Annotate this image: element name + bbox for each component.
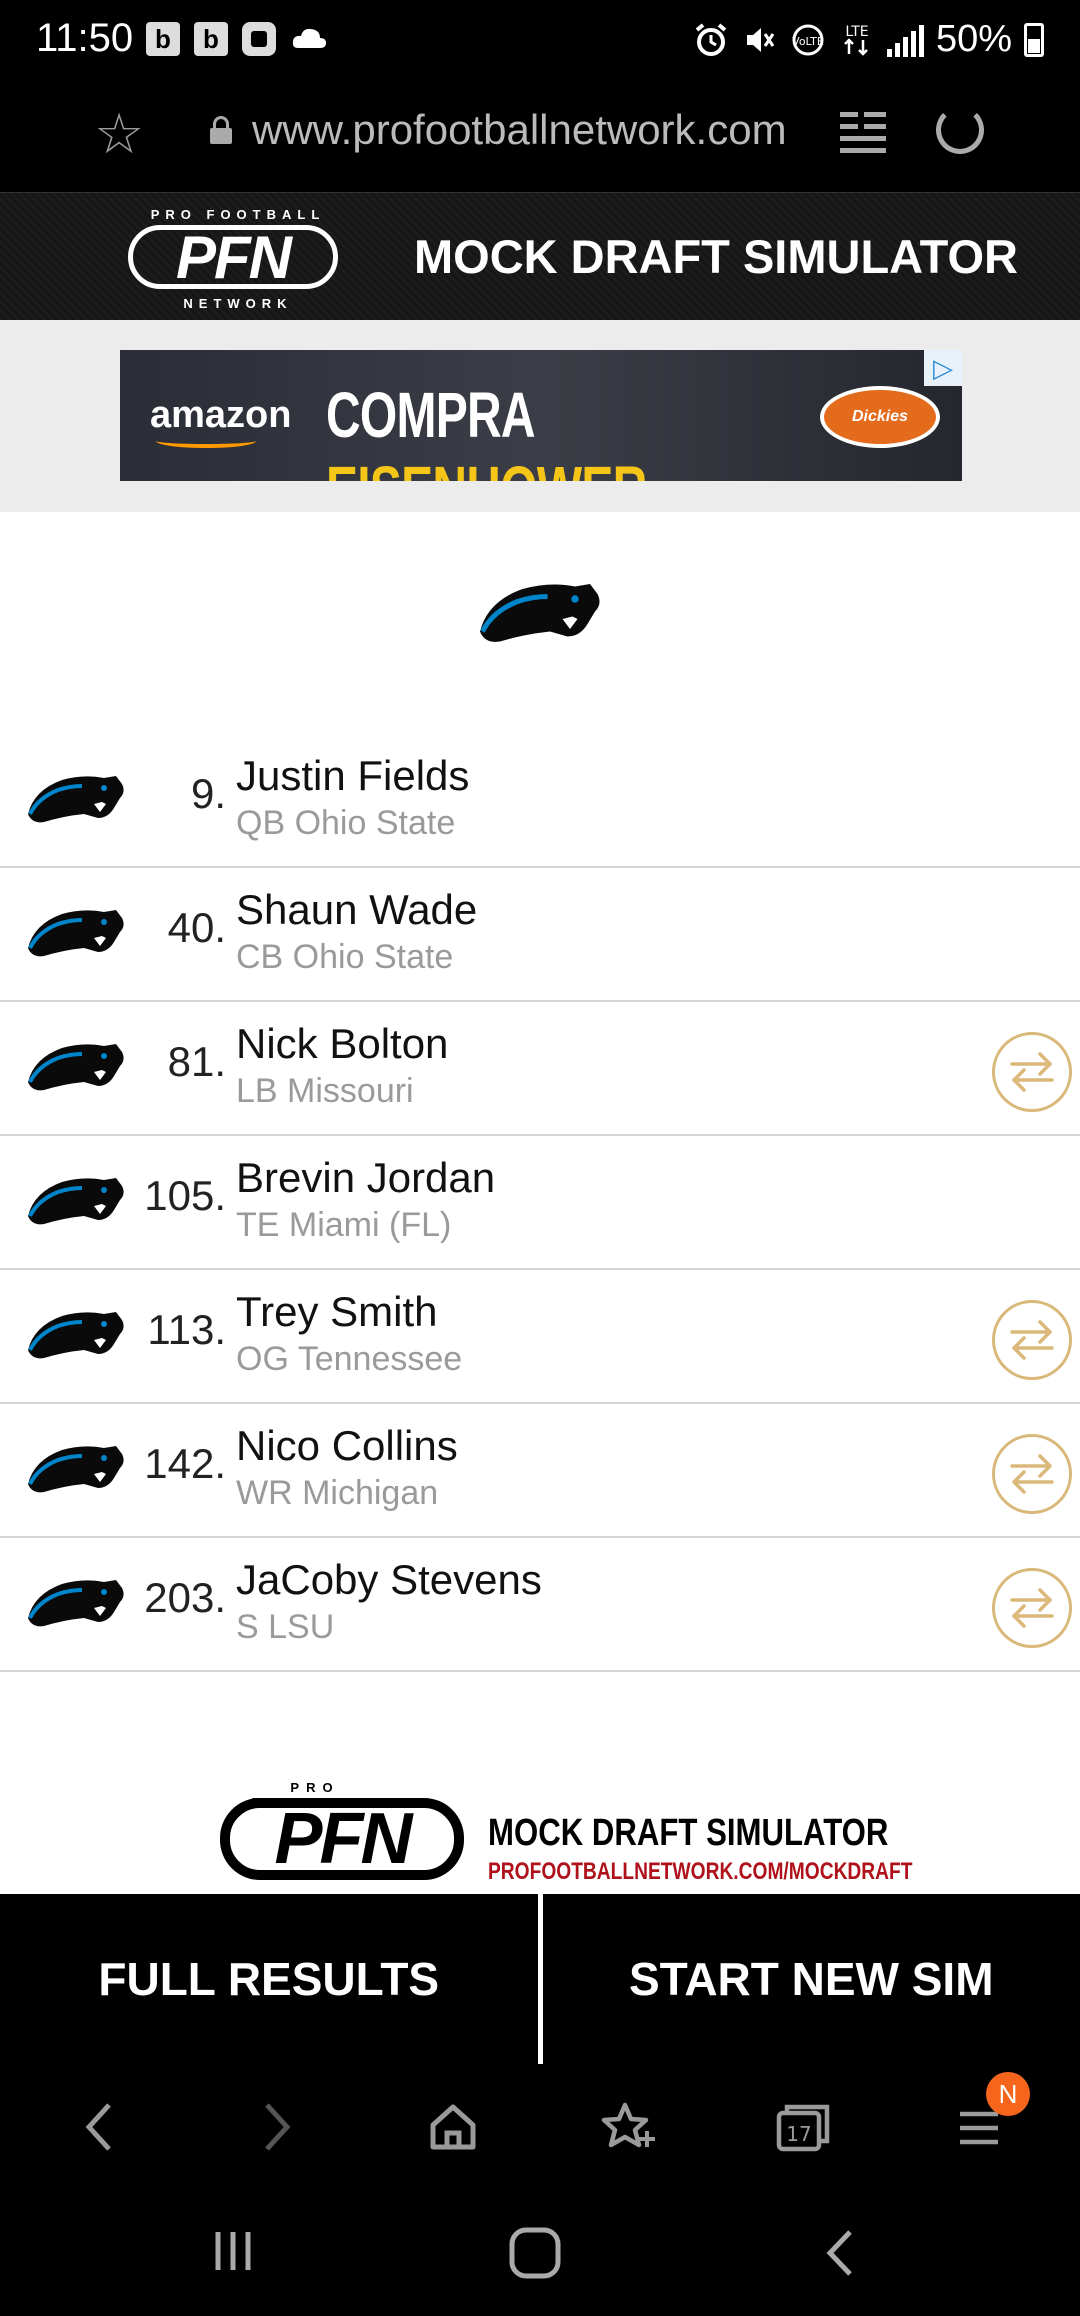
pick-number: 9.	[190, 770, 226, 817]
lock-icon	[210, 116, 232, 144]
lte-icon: LTE	[844, 24, 869, 56]
player-position-school: LB Missouri	[236, 1072, 414, 1110]
menu-icon[interactable]: N	[944, 2072, 1030, 2162]
bookmarks-icon[interactable]	[594, 2092, 664, 2162]
action-bar: FULL RESULTS START NEW SIM	[0, 1894, 1080, 2064]
bookmark-star-icon[interactable]: ☆	[94, 106, 144, 162]
ad-brand: amazon	[150, 394, 291, 448]
player-position-school: TE Miami (FL)	[236, 1206, 452, 1244]
footer-logo-main: PFN	[220, 1798, 464, 1880]
pick-row[interactable]: 81. Nick Bolton LB Missouri	[0, 1002, 1080, 1136]
full-results-button[interactable]: FULL RESULTS	[0, 1894, 538, 2064]
ad-partner-logo: Dickies	[820, 386, 940, 448]
status-bar: 11:50 b b VoLTE LTE 50%	[0, 0, 1080, 82]
player-name: Nico Collins	[236, 1422, 458, 1469]
player-name: Shaun Wade	[236, 886, 478, 933]
trade-swap-icon[interactable]	[992, 1300, 1072, 1380]
panthers-logo	[24, 1438, 128, 1502]
logo-top-text: PRO FOOTBALL	[150, 207, 326, 222]
bleacher-report-icon: b	[194, 22, 228, 56]
refresh-icon[interactable]	[936, 106, 984, 154]
notification-icons: b b	[146, 22, 328, 56]
panthers-logo	[480, 584, 600, 642]
recents-icon[interactable]	[210, 2228, 256, 2274]
signal-icon	[886, 23, 924, 57]
adchoices-icon[interactable]: ▷	[924, 350, 962, 386]
panthers-logo	[24, 902, 128, 966]
footer-logo-url: PROFOOTBALLNETWORK.COM/MOCKDRAFT	[488, 1858, 913, 1885]
pick-row[interactable]: 105. Brevin Jordan TE Miami (FL)	[0, 1136, 1080, 1270]
player-name: Justin Fields	[236, 752, 470, 799]
pick-number: 81.	[167, 1038, 226, 1085]
pick-number: 203.	[144, 1574, 226, 1621]
status-right: VoLTE LTE 50%	[693, 18, 1044, 61]
bleacher-report-icon: b	[146, 22, 180, 56]
panthers-logo	[24, 768, 128, 832]
player-name: Brevin Jordan	[236, 1154, 496, 1201]
pick-number: 113.	[147, 1306, 226, 1353]
pick-number: 105.	[144, 1172, 226, 1219]
browser-toolbar: 17 N	[0, 2064, 1080, 2194]
player-position-school: QB Ohio State	[236, 804, 456, 842]
player-position-school: S LSU	[236, 1608, 335, 1646]
battery-icon	[1024, 22, 1044, 57]
pick-row[interactable]: 203. JaCoby Stevens S LSU	[0, 1538, 1080, 1672]
pick-row[interactable]: 40. Shaun Wade CB Ohio State	[0, 868, 1080, 1002]
panthers-logo	[24, 1170, 128, 1234]
url-text[interactable]: www.profootballnetwork.com	[252, 106, 787, 154]
trade-swap-icon[interactable]	[992, 1434, 1072, 1514]
volte-icon: VoLTE	[792, 24, 824, 55]
player-position-school: CB Ohio State	[236, 938, 454, 976]
panthers-logo	[24, 1572, 128, 1636]
ad-headline: COMPRA EISENHOWER ›	[326, 379, 675, 481]
panthers-logo	[24, 1304, 128, 1368]
pick-row[interactable]: 9. Justin Fields QB Ohio State	[0, 734, 1080, 868]
logo-bottom-text: NETWORK	[183, 296, 293, 311]
status-time: 11:50	[36, 16, 134, 60]
home-button-icon[interactable]	[508, 2226, 562, 2280]
trade-swap-icon[interactable]	[992, 1032, 1072, 1112]
battery-percent: 50%	[935, 18, 1012, 60]
menu-badge: N	[986, 2072, 1030, 2116]
pick-list: 9. Justin Fields QB Ohio State 40. Shaun Wad…	[0, 734, 1080, 1672]
back-icon[interactable]	[64, 2092, 134, 2162]
url-bar[interactable]: ☆ www.profootballnetwork.com	[0, 82, 1080, 192]
player-position-school: WR Michigan	[236, 1474, 439, 1512]
site-header: PRO FOOTBALL PFN NETWORK MOCK DRAFT SIMU…	[0, 192, 1080, 320]
cloud-icon	[290, 22, 328, 56]
pick-row[interactable]: 142. Nico Collins WR Michigan	[0, 1404, 1080, 1538]
start-new-sim-button[interactable]: START NEW SIM	[543, 1894, 1080, 2064]
panthers-logo	[24, 1036, 128, 1100]
mute-icon	[746, 27, 775, 52]
footer-logo: PRO FOOTBALL PFN MOCK DRAFT SIMULATOR PR…	[218, 1780, 912, 1894]
logo-main-text: PFN	[128, 224, 338, 291]
trade-swap-icon[interactable]	[992, 1568, 1072, 1648]
app-notification-icon	[242, 22, 276, 56]
system-nav-bar	[0, 2194, 1080, 2316]
player-name: Trey Smith	[236, 1288, 438, 1335]
svg-text:VoLTE: VoLTE	[792, 35, 824, 48]
ad-area: amazon COMPRA EISENHOWER › Dickies ▷	[0, 320, 1080, 512]
reader-mode-icon[interactable]	[840, 110, 886, 154]
tabs-icon[interactable]: 17	[768, 2092, 838, 2162]
system-back-icon[interactable]	[820, 2226, 860, 2280]
svg-text:LTE: LTE	[845, 24, 868, 40]
pfn-logo[interactable]: PRO FOOTBALL PFN NETWORK	[124, 207, 344, 311]
footer-logo-title: MOCK DRAFT SIMULATOR	[488, 1812, 889, 1854]
pick-row[interactable]: 113. Trey Smith OG Tennessee	[0, 1270, 1080, 1404]
pick-number: 142.	[144, 1440, 226, 1487]
pick-number: 40.	[167, 904, 226, 951]
draft-results: 9. Justin Fields QB Ohio State 40. Shaun Wad…	[0, 512, 1080, 1894]
tabs-count: 17	[786, 2122, 811, 2146]
page-title: MOCK DRAFT SIMULATOR	[414, 230, 1018, 283]
forward-icon[interactable]	[242, 2092, 312, 2162]
home-icon[interactable]	[418, 2092, 488, 2162]
alarm-icon	[695, 22, 727, 56]
ad-banner[interactable]: amazon COMPRA EISENHOWER › Dickies ▷	[120, 350, 962, 481]
player-position-school: OG Tennessee	[236, 1340, 463, 1378]
player-name: Nick Bolton	[236, 1020, 449, 1067]
player-name: JaCoby Stevens	[236, 1556, 542, 1603]
